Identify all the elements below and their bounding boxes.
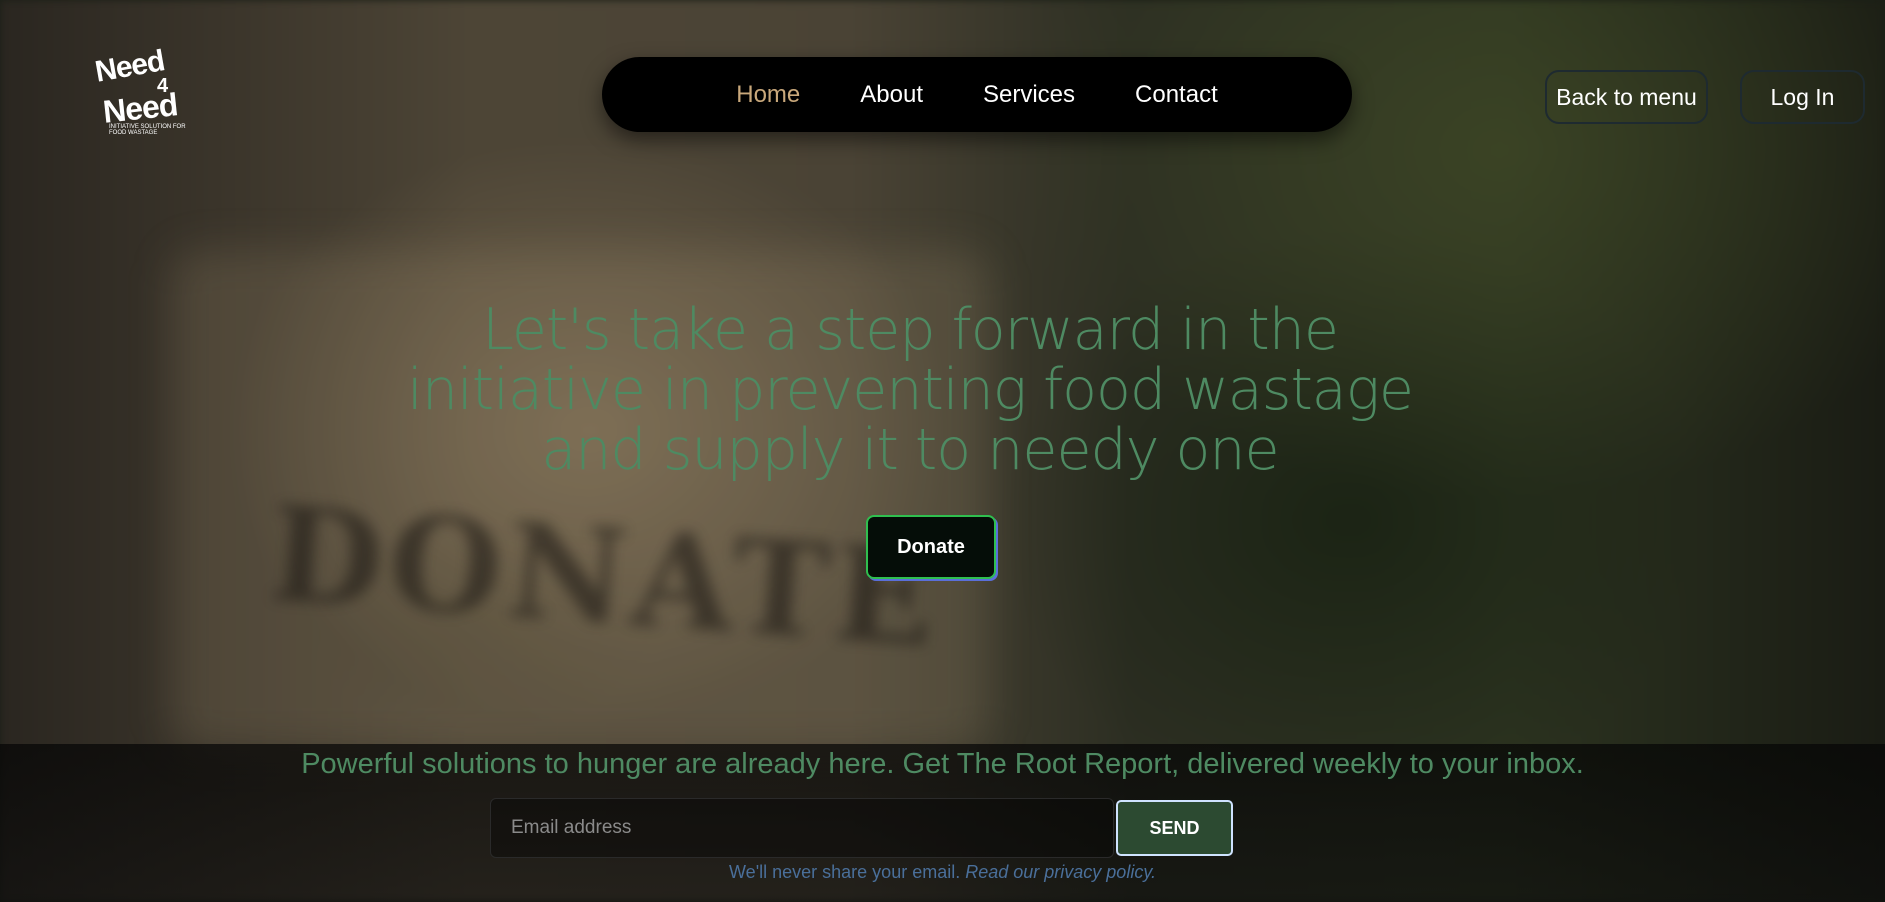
nav-services[interactable]: Services	[983, 81, 1075, 109]
newsletter-section: Powerful solutions to hunger are already…	[0, 744, 1885, 902]
logo-line-1: Need	[92, 44, 167, 89]
donate-button[interactable]: Donate	[866, 515, 996, 579]
nav-contact[interactable]: Contact	[1135, 81, 1218, 109]
login-button[interactable]: Log In	[1740, 70, 1865, 124]
hero-headline: Let's take a step forward in the initiat…	[406, 297, 1414, 483]
send-button[interactable]: SEND	[1116, 800, 1233, 856]
privacy-note: We'll never share your email. Read our p…	[0, 862, 1885, 883]
privacy-policy-link[interactable]: Read our privacy policy.	[965, 862, 1156, 882]
logo-tagline: INITIATIVE SOLUTION FOR FOOD WASTAGE	[109, 124, 186, 136]
logo[interactable]: Need 4 Need INITIATIVE SOLUTION FOR FOOD…	[92, 40, 205, 140]
back-to-menu-button[interactable]: Back to menu	[1545, 70, 1708, 124]
email-input[interactable]	[490, 798, 1114, 858]
newsletter-title: Powerful solutions to hunger are already…	[301, 748, 1584, 780]
main-nav: Home About Services Contact	[602, 57, 1352, 132]
nav-home[interactable]: Home	[736, 81, 800, 109]
privacy-text: We'll never share your email.	[729, 862, 961, 882]
nav-about[interactable]: About	[860, 81, 923, 109]
